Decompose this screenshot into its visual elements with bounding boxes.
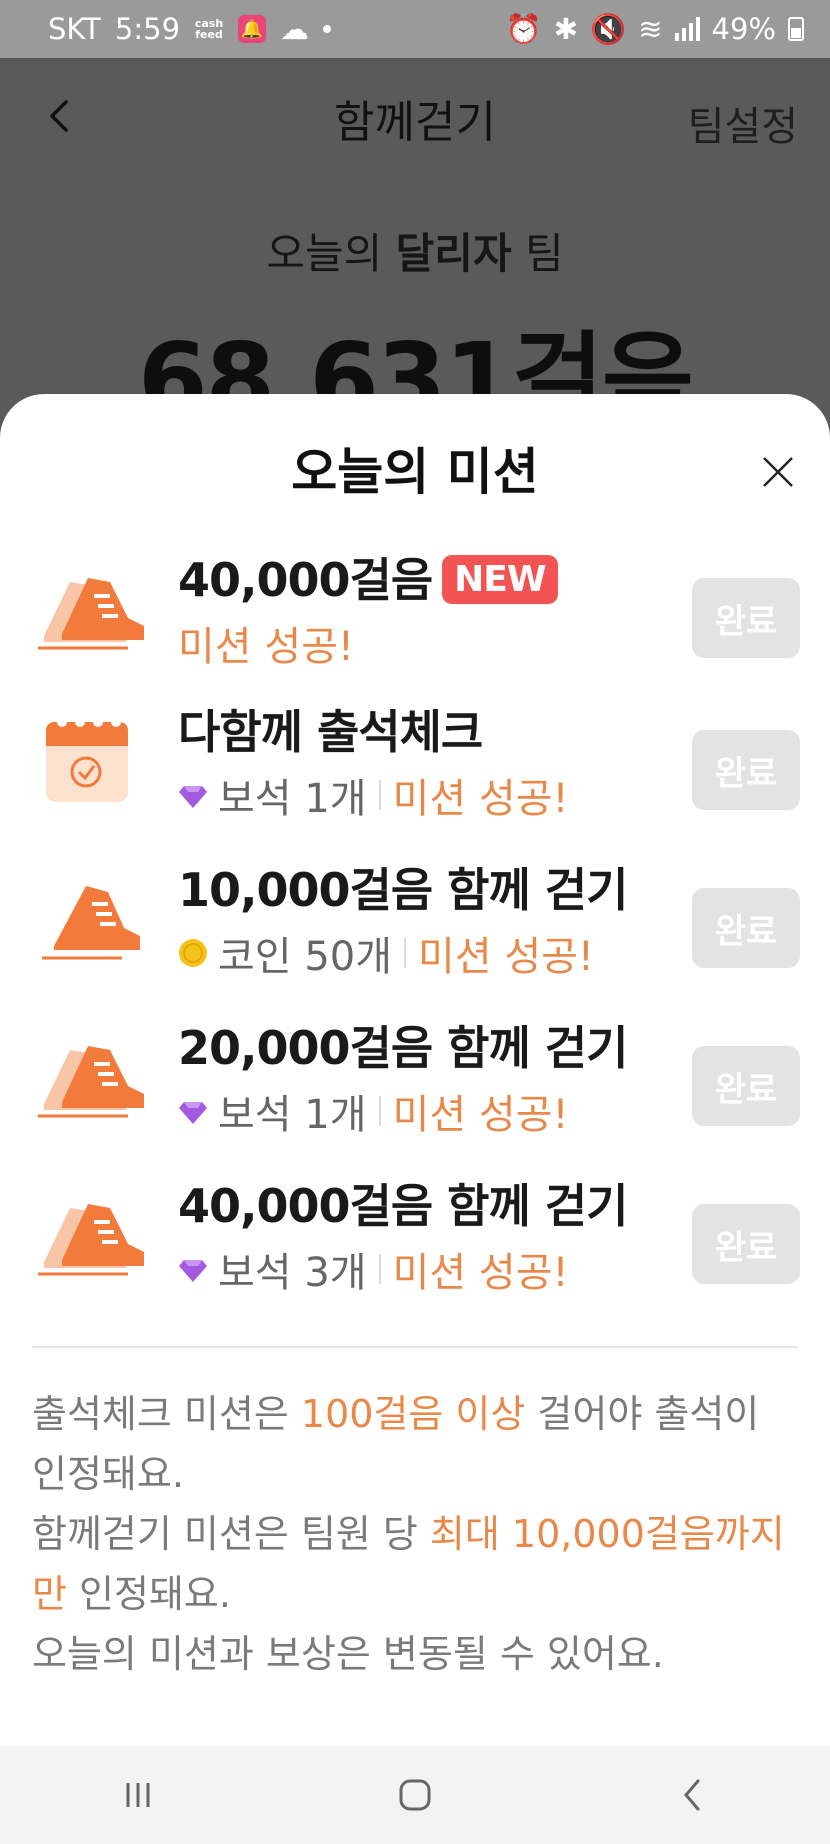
- recent-apps-icon[interactable]: [108, 1765, 168, 1825]
- note-walk-together: 함께걷기 미션은 팀원 당 최대 10,000걸음까지만 인정돼요.: [32, 1504, 802, 1624]
- mission-item: 40,000걸음 함께 걷기 보석 3개 미션 성공! 완료: [0, 1168, 830, 1298]
- gem-icon: [179, 1102, 207, 1124]
- separator: [378, 780, 381, 810]
- gem-icon: [179, 786, 207, 808]
- mission-status-row: 보석 3개 미션 성공!: [178, 1240, 569, 1298]
- mission-status-row: 코인 50개 미션 성공!: [178, 924, 594, 982]
- system-nav-bar: [0, 1746, 830, 1844]
- calendar-check-icon: [46, 717, 128, 802]
- mute-icon: 🔇: [590, 11, 627, 46]
- double-shoe-icon: [38, 1046, 144, 1118]
- divider: [32, 1346, 798, 1348]
- bluetooth-icon: ✱: [553, 12, 579, 46]
- mission-success-text: 미션 성공!: [392, 776, 569, 822]
- mission-item: 다함께 출석체크 보석 1개 미션 성공! 완료: [0, 694, 830, 824]
- mission-title-text: 40,000걸음: [178, 553, 433, 607]
- nav-back-icon[interactable]: [662, 1765, 722, 1825]
- complete-button[interactable]: 완료: [692, 1046, 800, 1126]
- mission-status-row: 보석 1개 미션 성공!: [178, 766, 569, 824]
- complete-button[interactable]: 완료: [692, 578, 800, 658]
- separator: [404, 938, 407, 968]
- mission-title: 다함께 출석체크: [178, 705, 483, 759]
- alarm-icon: ⏰: [505, 11, 542, 46]
- separator: [378, 1096, 381, 1126]
- battery-percent: 49%: [711, 12, 776, 46]
- separator: [378, 1254, 381, 1284]
- note-highlight: 100걸음 이상: [300, 1392, 526, 1436]
- coin-icon: [179, 939, 207, 967]
- mission-title: 40,000걸음 NEW: [178, 544, 558, 610]
- mission-title: 20,000걸음 함께 걷기: [178, 1021, 628, 1075]
- double-shoe-icon: [38, 1204, 144, 1276]
- mission-status-row: 미션 성공!: [178, 614, 354, 672]
- complete-button[interactable]: 완료: [692, 1204, 800, 1284]
- note-text: 인정돼요.: [66, 1572, 231, 1616]
- cloud-icon: ☁: [280, 12, 310, 46]
- mission-item: 40,000걸음 NEW 미션 성공! 완료: [0, 542, 830, 672]
- team-settings-button[interactable]: 팀설정: [688, 94, 798, 152]
- battery-icon: [788, 17, 804, 41]
- note-text: 함께걷기 미션은 팀원 당: [32, 1512, 430, 1556]
- home-icon[interactable]: [385, 1765, 445, 1825]
- mission-success-text: 미션 성공!: [392, 1092, 569, 1138]
- status-bar: SKT 5:59 cash feed 🔔 ☁ ⏰ ✱ 🔇 ≋ 49%: [0, 0, 830, 58]
- mission-notes: 출석체크 미션은 100걸음 이상 걸어야 출석이 인정돼요. 함께걷기 미션은…: [32, 1384, 802, 1684]
- new-badge: NEW: [442, 555, 558, 604]
- gem-icon: [179, 1260, 207, 1282]
- mission-success-text: 미션 성공!: [178, 624, 354, 670]
- mission-item: 10,000걸음 함께 걷기 코인 50개 미션 성공! 완료: [0, 852, 830, 982]
- mission-item: 20,000걸음 함께 걷기 보석 1개 미션 성공! 완료: [0, 1010, 830, 1140]
- team-label-prefix: 오늘의: [266, 229, 383, 278]
- shoe-icon: [42, 886, 140, 960]
- mission-reward: 코인 50개: [218, 934, 393, 980]
- mission-reward: 보석 1개: [218, 776, 367, 822]
- cashfeed-icon: cash feed: [194, 17, 224, 41]
- note-attendance: 출석체크 미션은 100걸음 이상 걸어야 출석이 인정돼요.: [32, 1384, 802, 1504]
- back-arrow-icon[interactable]: [42, 98, 78, 134]
- more-notifications-dot-icon: [323, 25, 332, 33]
- mission-status-row: 보석 1개 미션 성공!: [178, 1082, 569, 1140]
- team-label-suffix: 팀: [524, 229, 564, 278]
- note-changes: 오늘의 미션과 보상은 변동될 수 있어요.: [32, 1632, 664, 1676]
- app-bar: 함께걷기 팀설정: [0, 58, 830, 178]
- missions-sheet: 오늘의 미션 40,000걸음 NEW 미션 성공! 완료 다함께 출석체크 보…: [0, 394, 830, 1746]
- bell-notification-icon: 🔔: [238, 15, 267, 43]
- mission-title: 40,000걸음 함께 걷기: [178, 1179, 628, 1233]
- mission-title: 10,000걸음 함께 걷기: [178, 863, 628, 917]
- signal-icon: [674, 17, 700, 41]
- carrier: SKT: [48, 12, 101, 46]
- close-icon[interactable]: [760, 454, 796, 490]
- wifi-icon: ≋: [638, 12, 663, 46]
- mission-reward: 보석 1개: [218, 1092, 367, 1138]
- mission-success-text: 미션 성공!: [392, 1250, 569, 1296]
- clock: 5:59: [114, 12, 181, 46]
- complete-button[interactable]: 완료: [692, 730, 800, 810]
- mission-success-text: 미션 성공!: [418, 934, 594, 980]
- double-shoe-icon: [38, 578, 144, 650]
- sheet-title: 오늘의 미션: [291, 443, 539, 501]
- mission-reward: 보석 3개: [218, 1250, 367, 1296]
- team-name: 달리자: [395, 229, 512, 278]
- complete-button[interactable]: 완료: [692, 888, 800, 968]
- note-text: 출석체크 미션은: [32, 1392, 301, 1436]
- team-label: 오늘의 달리자 팀: [0, 220, 830, 281]
